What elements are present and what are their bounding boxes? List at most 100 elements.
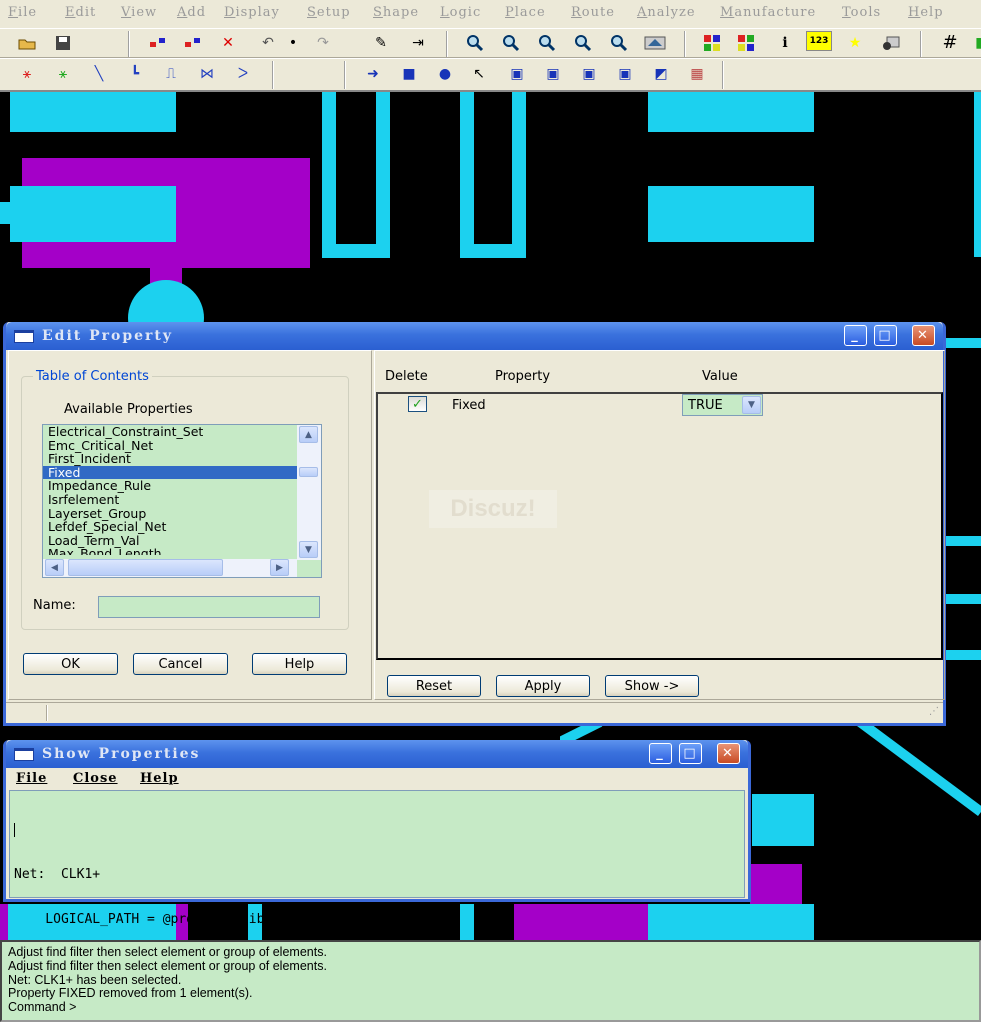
zoom-fit-icon[interactable]	[462, 31, 488, 55]
move-icon[interactable]	[145, 31, 171, 55]
copy-icon[interactable]	[180, 31, 206, 55]
list-item[interactable]: Electrical_Constraint_Set	[43, 425, 321, 439]
zoom-center-icon[interactable]	[606, 31, 632, 55]
edit-property-titlebar[interactable]: Edit Property _ □ ✕	[6, 322, 943, 350]
color-icon[interactable]	[699, 31, 725, 55]
delete-icon[interactable]: ✕	[215, 31, 241, 55]
void-edit-icon[interactable]: ▣	[612, 62, 638, 86]
route-orthogonal-icon[interactable]: ┗	[122, 62, 148, 86]
grid-icon[interactable]: #	[937, 31, 963, 55]
menu-place[interactable]: Place	[505, 5, 546, 20]
shape-select-icon[interactable]: ▣	[504, 62, 530, 86]
menu-route[interactable]: Route	[571, 5, 615, 20]
menu-shape[interactable]: Shape	[373, 5, 419, 20]
star-icon[interactable]: ★	[842, 31, 868, 55]
list-item[interactable]: Impedance_Rule	[43, 479, 321, 493]
delete-checkbox[interactable]: ✓	[408, 396, 427, 412]
list-item[interactable]: Layerset_Group	[43, 506, 321, 521]
menu-add[interactable]: Add	[177, 5, 206, 20]
maximize-button[interactable]: □	[679, 743, 702, 764]
scroll-right-icon[interactable]: ▶	[270, 559, 289, 576]
merge-icon[interactable]: ◩	[648, 62, 674, 86]
shape-add-icon[interactable]: ➜	[360, 62, 386, 86]
tool-icon[interactable]	[878, 31, 904, 55]
route-slide-icon[interactable]: ⚹	[50, 62, 76, 86]
pointer-icon[interactable]: ↖	[466, 62, 492, 86]
list-item[interactable]: Load_Term_Val	[43, 534, 321, 548]
show-button[interactable]: Show ->	[605, 675, 699, 697]
minimize-button[interactable]: _	[844, 325, 867, 346]
cancel-button[interactable]: Cancel	[133, 653, 228, 675]
minimize-button[interactable]: _	[649, 743, 672, 764]
rectangle-icon[interactable]: ■	[396, 62, 422, 86]
route-fanout-icon[interactable]: ⋈	[194, 62, 220, 86]
available-properties-list[interactable]: Electrical_Constraint_Set Emc_Critical_N…	[42, 424, 322, 578]
show-properties-titlebar[interactable]: Show Properties _ □ ✕	[6, 740, 748, 768]
pin-icon[interactable]: •	[280, 31, 306, 55]
route-tune-icon[interactable]: ⎍	[158, 62, 184, 86]
menu-file[interactable]: File	[8, 5, 37, 20]
menu-analyze[interactable]: Analyze	[637, 5, 696, 20]
list-item[interactable]: Emc_Critical_Net	[43, 438, 321, 453]
save-icon[interactable]	[50, 31, 76, 55]
copper-trace	[460, 92, 474, 257]
menu-tools[interactable]: Tools	[842, 5, 881, 20]
reset-button[interactable]: Reset	[387, 675, 481, 697]
route-arrow-icon[interactable]: ᐳ	[230, 62, 256, 86]
menu-logic[interactable]: Logic	[440, 5, 481, 20]
command-console[interactable]: Adjust find filter then select element o…	[0, 940, 981, 1022]
command-prompt[interactable]: Command >	[8, 1000, 973, 1015]
info-icon[interactable]: i	[772, 31, 798, 55]
close-button[interactable]: ✕	[912, 325, 935, 346]
menu-file[interactable]: File	[16, 771, 47, 786]
arrow-right-icon[interactable]: ⇥	[405, 31, 431, 55]
menu-help[interactable]: Help	[908, 5, 944, 20]
help-button[interactable]: Help	[252, 653, 347, 675]
circle-icon[interactable]: ●	[432, 62, 458, 86]
shape-edit-icon[interactable]: ▣	[540, 62, 566, 86]
route-diagonal-icon[interactable]: ╲	[86, 62, 112, 86]
menu-setup[interactable]: Setup	[307, 5, 351, 20]
name-input[interactable]	[98, 596, 320, 618]
route-connect-icon[interactable]: ⚹	[14, 62, 40, 86]
vertical-scrollbar[interactable]: ▲ ▼	[297, 425, 321, 560]
shape-icon[interactable]: ▮	[966, 31, 981, 55]
list-item-selected[interactable]: Fixed	[43, 466, 321, 480]
apply-button[interactable]: Apply	[496, 675, 590, 697]
properties-text-area[interactable]: Net: CLK1+ LOGICAL_PATH = @project1_lib.…	[9, 790, 745, 927]
3d-view-icon[interactable]	[642, 31, 668, 55]
ok-button[interactable]: OK	[23, 653, 118, 675]
scroll-up-icon[interactable]: ▲	[299, 426, 318, 443]
open-icon[interactable]	[14, 31, 40, 55]
scroll-down-icon[interactable]: ▼	[299, 541, 318, 558]
scroll-thumb[interactable]	[299, 467, 318, 477]
menu-edit[interactable]: Edit	[65, 5, 96, 20]
list-item[interactable]: Isrfelement	[43, 493, 321, 507]
layers-icon[interactable]	[734, 31, 760, 55]
menu-manufacture[interactable]: Manufacture	[720, 5, 816, 20]
list-item[interactable]: Lefdef_Special_Net	[43, 520, 321, 534]
redo-icon[interactable]: ↷	[310, 31, 336, 55]
undo-icon[interactable]: ↶	[255, 31, 281, 55]
list-item[interactable]: First_Incident	[43, 452, 321, 466]
menu-view[interactable]: View	[121, 5, 157, 20]
zoom-in-icon[interactable]	[498, 31, 524, 55]
arrow-right-icon[interactable]: ✎	[368, 31, 394, 55]
chevron-down-icon[interactable]: ▼	[742, 396, 761, 414]
menu-close[interactable]: Close	[73, 771, 118, 786]
scroll-left-icon[interactable]: ◀	[45, 559, 64, 576]
close-button[interactable]: ✕	[717, 743, 740, 764]
list-item[interactable]: Max_Bond_Length	[43, 547, 321, 555]
maximize-button[interactable]: □	[874, 325, 897, 346]
scroll-thumb[interactable]	[68, 559, 223, 576]
fill-icon[interactable]: ▦	[684, 62, 710, 86]
void-icon[interactable]: ▣	[576, 62, 602, 86]
menu-help[interactable]: Help	[140, 771, 179, 786]
measure-icon[interactable]: 123	[806, 31, 832, 51]
value-select[interactable]: TRUE ▼	[682, 394, 763, 416]
zoom-previous-icon[interactable]	[570, 31, 596, 55]
resize-grip-icon[interactable]: ⋰	[929, 706, 939, 717]
horizontal-scrollbar[interactable]: ◀ ▶	[43, 559, 297, 577]
menu-display[interactable]: Display	[224, 5, 280, 20]
zoom-out-icon[interactable]	[534, 31, 560, 55]
